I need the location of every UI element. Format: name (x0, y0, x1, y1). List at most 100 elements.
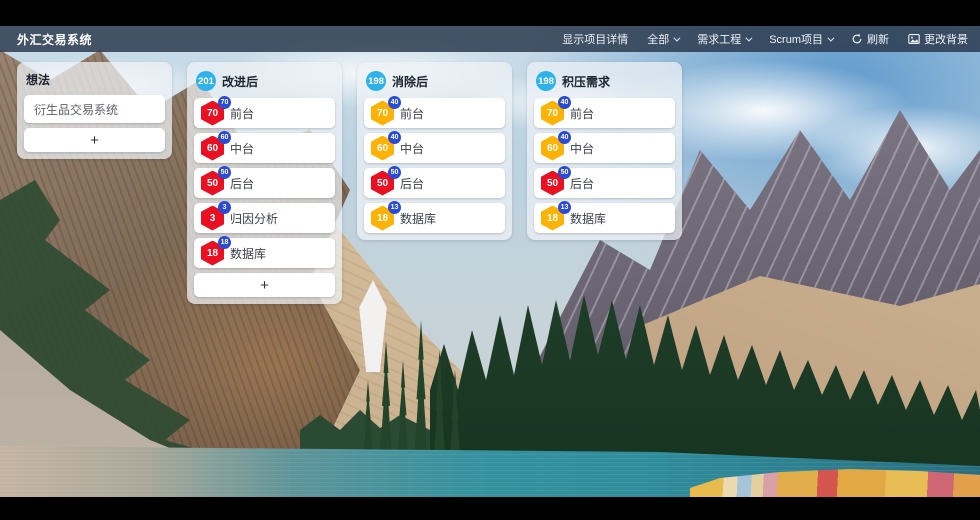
card-label: 数据库 (570, 210, 606, 227)
idea-card[interactable]: 衍生品交易系统 (24, 95, 165, 123)
card-label: 后台 (230, 175, 254, 192)
plus-icon: + (90, 133, 99, 148)
card-label: 后台 (400, 175, 424, 192)
requirement-card[interactable]: 18 13 数据库 (364, 203, 505, 233)
priority-badge-group: 70 40 (371, 101, 394, 126)
filter-requirements-label: 需求工程 (697, 31, 741, 47)
card-label: 归因分析 (230, 210, 278, 227)
priority-badge-group: 50 50 (201, 171, 224, 196)
priority-badge-group: 70 70 (201, 101, 224, 126)
count-mini-badge: 50 (218, 166, 231, 179)
letterbox-top (0, 0, 980, 26)
refresh-label: 刷新 (867, 31, 889, 47)
priority-badge-group: 3 3 (201, 206, 224, 231)
show-project-details-label: 显示项目详情 (562, 31, 628, 47)
column-title: 积压需求 (562, 73, 610, 90)
count-mini-badge: 3 (218, 201, 231, 214)
priority-badge-group: 60 40 (541, 136, 564, 161)
card-label: 中台 (400, 140, 424, 157)
priority-badge-group: 18 13 (371, 206, 394, 231)
card-label: 衍生品交易系统 (34, 101, 118, 118)
filter-scrum-dropdown[interactable]: Scrum项目 (769, 31, 832, 47)
chevron-down-icon (746, 34, 753, 41)
count-mini-badge: 60 (218, 131, 231, 144)
count-mini-badge: 70 (218, 96, 231, 109)
count-mini-badge: 40 (558, 96, 571, 109)
plus-icon: + (260, 278, 269, 293)
requirement-card[interactable]: 50 50 后台 (194, 168, 335, 198)
requirement-card[interactable]: 70 40 前台 (364, 98, 505, 128)
card-label: 前台 (570, 105, 594, 122)
priority-badge-group: 18 13 (541, 206, 564, 231)
requirement-card[interactable]: 60 40 中台 (364, 133, 505, 163)
count-mini-badge: 50 (558, 166, 571, 179)
count-mini-badge: 18 (218, 236, 231, 249)
requirement-card[interactable]: 50 50 后台 (364, 168, 505, 198)
count-mini-badge: 50 (388, 166, 401, 179)
priority-badge-group: 18 18 (201, 241, 224, 266)
requirement-card[interactable]: 60 40 中台 (534, 133, 675, 163)
filter-all-dropdown[interactable]: 全部 (647, 31, 678, 47)
card-label: 数据库 (230, 245, 266, 262)
card-list: 衍生品交易系统 + (24, 95, 165, 152)
board-column: 198 消除后 70 40 前台 60 40 中台 50 50 后台 18 13… (357, 62, 512, 240)
card-label: 中台 (230, 140, 254, 157)
app-window: 外汇交易系统 显示项目详情 全部 需求工程 Scrum项目 刷新 (0, 0, 980, 520)
add-card-button[interactable]: + (24, 128, 165, 152)
requirement-card[interactable]: 18 13 数据库 (534, 203, 675, 233)
column-header: 198 积压需求 (534, 69, 675, 98)
refresh-button[interactable]: 刷新 (851, 31, 889, 47)
card-label: 中台 (570, 140, 594, 157)
requirement-card[interactable]: 60 60 中台 (194, 133, 335, 163)
count-mini-badge: 40 (388, 131, 401, 144)
card-label: 前台 (230, 105, 254, 122)
priority-badge-group: 50 50 (541, 171, 564, 196)
priority-badge-group: 60 40 (371, 136, 394, 161)
board: 想法 衍生品交易系统 + 201 改进后 70 70 前台 60 60 中台 5… (17, 62, 682, 304)
count-mini-badge: 13 (388, 201, 401, 214)
priority-badge-group: 50 50 (371, 171, 394, 196)
priority-badge-group: 60 60 (201, 136, 224, 161)
priority-badge-group: 70 40 (541, 101, 564, 126)
add-card-button[interactable]: + (194, 273, 335, 297)
letterbox-bottom (0, 497, 980, 520)
card-list: 70 70 前台 60 60 中台 50 50 后台 3 3 归因分析 18 1… (194, 98, 335, 297)
app-title: 外汇交易系统 (17, 31, 92, 48)
column-header: 想法 (24, 69, 165, 95)
topbar-menu: 显示项目详情 全部 需求工程 Scrum项目 刷新 (562, 31, 968, 47)
filter-all-label: 全部 (647, 31, 669, 47)
board-column: 198 积压需求 70 40 前台 60 40 中台 50 50 后台 18 1… (527, 62, 682, 240)
chevron-down-icon (674, 34, 681, 41)
change-background-button[interactable]: 更改背景 (908, 31, 968, 47)
column-title: 想法 (26, 71, 50, 88)
requirement-card[interactable]: 70 40 前台 (534, 98, 675, 128)
count-mini-badge: 13 (558, 201, 571, 214)
count-mini-badge: 40 (388, 96, 401, 109)
board-column: 想法 衍生品交易系统 + (17, 62, 172, 159)
show-project-details-button[interactable]: 显示项目详情 (562, 31, 628, 47)
card-list: 70 40 前台 60 40 中台 50 50 后台 18 13 数据库 (364, 98, 505, 233)
card-label: 前台 (400, 105, 424, 122)
column-title: 改进后 (222, 73, 258, 90)
filter-scrum-label: Scrum项目 (769, 31, 823, 47)
chevron-down-icon (827, 34, 834, 41)
requirement-card[interactable]: 50 50 后台 (534, 168, 675, 198)
requirement-card[interactable]: 70 70 前台 (194, 98, 335, 128)
card-list: 70 40 前台 60 40 中台 50 50 后台 18 13 数据库 (534, 98, 675, 233)
column-header: 201 改进后 (194, 69, 335, 98)
requirement-card[interactable]: 3 3 归因分析 (194, 203, 335, 233)
image-icon (908, 33, 920, 45)
column-title: 消除后 (392, 73, 428, 90)
card-label: 后台 (570, 175, 594, 192)
board-column: 201 改进后 70 70 前台 60 60 中台 50 50 后台 3 3 归… (187, 62, 342, 304)
filter-requirements-dropdown[interactable]: 需求工程 (697, 31, 750, 47)
column-header: 198 消除后 (364, 69, 505, 98)
count-mini-badge: 40 (558, 131, 571, 144)
column-count-badge: 198 (536, 71, 556, 91)
change-background-label: 更改背景 (924, 31, 968, 47)
card-label: 数据库 (400, 210, 436, 227)
column-count-badge: 198 (366, 71, 386, 91)
column-count-badge: 201 (196, 71, 216, 91)
refresh-icon (851, 33, 863, 45)
requirement-card[interactable]: 18 18 数据库 (194, 238, 335, 268)
